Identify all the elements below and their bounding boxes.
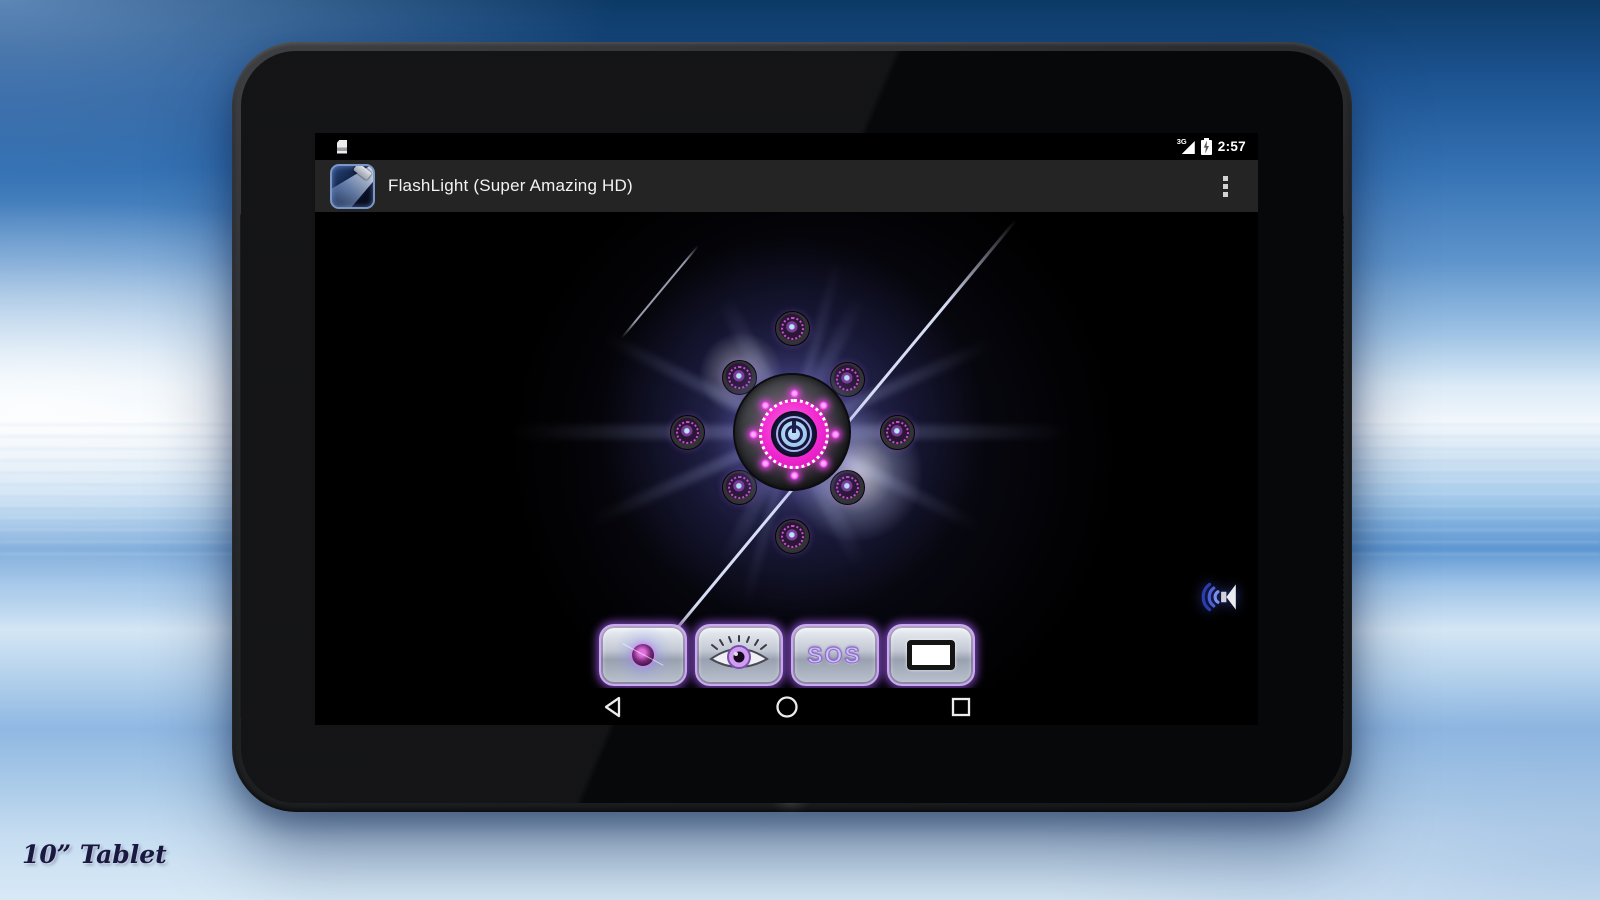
- screen-icon: [907, 640, 955, 670]
- satellite-orb: [775, 519, 810, 554]
- sd-card-icon: [337, 140, 347, 154]
- tablet-size-caption: 10” Tablet: [22, 840, 167, 869]
- satellite-orb: [670, 415, 705, 450]
- power-icon: [781, 421, 807, 447]
- glow-orb-icon: [613, 625, 673, 685]
- nav-home-button[interactable]: [767, 692, 807, 722]
- satellite-orb: [880, 415, 915, 450]
- satellite-orb: [775, 311, 810, 346]
- app-title: FlashLight (Super Amazing HD): [388, 176, 633, 196]
- mode-button-row: SOS: [599, 624, 975, 686]
- sos-label: SOS: [807, 642, 862, 669]
- glow-dot: [761, 459, 770, 468]
- status-bar-right: 3G 2:57: [1177, 138, 1246, 155]
- diagonal-light-beam-small: [621, 245, 699, 338]
- satellite-orb: [830, 470, 865, 505]
- network-type-label: 3G: [1177, 137, 1187, 146]
- flashlight-content-area: SOS: [315, 212, 1258, 688]
- eye-icon: [707, 635, 771, 675]
- glow-dot: [749, 430, 758, 439]
- glow-dot: [819, 459, 828, 468]
- glow-dot: [819, 401, 828, 410]
- glow-dot: [761, 401, 770, 410]
- android-nav-bar: [315, 688, 1258, 725]
- power-button-base: [733, 373, 851, 491]
- overflow-menu-icon[interactable]: [1219, 170, 1232, 203]
- action-bar: FlashLight (Super Amazing HD): [315, 160, 1258, 212]
- signal-3g-icon: 3G: [1177, 138, 1195, 155]
- glow-dot: [831, 430, 840, 439]
- glow-dot: [790, 471, 799, 480]
- desktop-background: 10” Tablet 3G 2:57: [0, 0, 1600, 900]
- status-bar: 3G 2:57: [315, 133, 1258, 160]
- screen-light-mode-button[interactable]: [887, 624, 975, 686]
- nav-recents-button[interactable]: [941, 692, 981, 722]
- tablet-device: 3G 2:57 FlashLight (Super Amazing HD): [232, 42, 1352, 812]
- power-toggle-button[interactable]: [759, 399, 829, 469]
- sound-on-icon[interactable]: [1198, 576, 1240, 618]
- tablet-screen: 3G 2:57 FlashLight (Super Amazing HD): [315, 133, 1258, 725]
- battery-charging-icon: [1201, 140, 1212, 155]
- glow-dot: [790, 389, 799, 398]
- nav-back-button[interactable]: [593, 692, 633, 722]
- blink-eye-mode-button[interactable]: [695, 624, 783, 686]
- flashlight-app-icon: [330, 164, 375, 209]
- light-orb-mode-button[interactable]: [599, 624, 687, 686]
- sos-mode-button[interactable]: SOS: [791, 624, 879, 686]
- status-clock: 2:57: [1218, 139, 1246, 154]
